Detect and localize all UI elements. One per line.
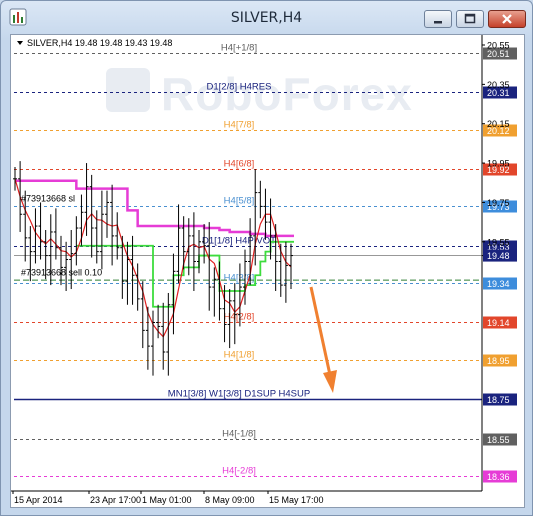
- price-tag-value: 18.95: [487, 356, 510, 366]
- level-label: H4[2/8]: [224, 312, 255, 323]
- level-label: H4[-1/8]: [222, 429, 256, 440]
- price-tag: 19.34: [483, 277, 517, 290]
- forecast-arrow-head: [323, 370, 337, 393]
- time-axis-label: 8 May 09:00: [205, 495, 255, 505]
- level-label: H4[6/8]: [224, 159, 255, 170]
- price-tag: 18.95: [483, 354, 517, 367]
- upper-band-line: [15, 179, 294, 238]
- price-axis-label: 19.95: [487, 159, 510, 169]
- price-tag-value: 18.36: [487, 472, 510, 482]
- close-button[interactable]: [488, 10, 526, 28]
- price-chart[interactable]: RoboForex H4[+1/8] 20.51 D1[2/8] H4RES 20.3…: [11, 35, 524, 507]
- price-axis-label: 20.55: [487, 41, 510, 51]
- level-label: H4[7/8]: [224, 120, 255, 131]
- price-bar: [13, 167, 17, 191]
- time-axis-label: 15 May 17:00: [269, 495, 324, 505]
- close-icon: [502, 14, 512, 24]
- order-label: #73913668 sell 0.10: [21, 267, 102, 277]
- price-bar: [176, 204, 181, 284]
- forecast-arrow-shaft: [309, 286, 332, 376]
- symbol-dropdown-icon: [17, 41, 23, 45]
- level-label: H4[1/8]: [224, 350, 255, 361]
- price-bar: [74, 216, 79, 266]
- price-bar: [135, 263, 140, 311]
- price-tag-value: 19.34: [487, 279, 510, 289]
- minimize-button[interactable]: [424, 10, 452, 28]
- level-label: H4[5/8]: [224, 196, 255, 207]
- price-bar: [140, 281, 145, 349]
- level-label: D1[2/8] H4RES: [207, 82, 272, 93]
- price-tag: 18.55: [483, 433, 517, 446]
- price-tag-value: 18.75: [487, 395, 510, 405]
- minimize-icon: [434, 21, 442, 24]
- chart-window: SILVER,H4 RoboForex H4[+1/8] 20.51 D1[2/8]…: [0, 0, 533, 516]
- price-axis-label: 19.75: [487, 198, 510, 208]
- chart-area[interactable]: RoboForex H4[+1/8] 20.51 D1[2/8] H4RES 20.3…: [10, 34, 525, 508]
- watermark-logo: [106, 68, 150, 112]
- price-bar: [258, 180, 263, 219]
- price-tag: 19.14: [483, 316, 517, 329]
- price-bar: [268, 198, 273, 260]
- price-axis-label: 20.35: [487, 80, 510, 90]
- current-price-value: 19.48: [487, 251, 510, 261]
- price-bar: [59, 235, 63, 286]
- price-bar: [278, 243, 283, 297]
- title-bar[interactable]: SILVER,H4: [1, 1, 532, 35]
- restore-icon: [464, 13, 476, 24]
- price-bar: [212, 267, 217, 317]
- watermark: RoboForex: [161, 68, 413, 120]
- price-axis-label: 20.15: [487, 119, 510, 129]
- price-bar: [79, 194, 84, 246]
- price-tag-value: 20.51: [487, 49, 510, 59]
- price-bar: [38, 202, 43, 260]
- price-bar: [161, 302, 166, 370]
- price-bar: [191, 212, 196, 292]
- maximize-button[interactable]: [456, 10, 484, 28]
- price-bar: [99, 190, 104, 270]
- window-title: SILVER,H4: [230, 10, 303, 26]
- price-bar: [115, 212, 120, 260]
- price-bar: [283, 241, 288, 303]
- price-bar: [181, 216, 186, 270]
- level-label: H4[-2/8]: [222, 466, 256, 477]
- price-tag-value: 19.14: [487, 318, 510, 328]
- price-bar: [105, 190, 109, 238]
- price-bar: [289, 243, 293, 290]
- price-tag-value: 18.55: [487, 435, 510, 445]
- time-axis-label: 1 May 01:00: [142, 495, 192, 505]
- price-bar: [166, 292, 171, 376]
- price-tag: 18.36: [483, 470, 517, 483]
- level-label: MN1[3/8] W1[3/8] D1SUP H4SUP: [168, 389, 310, 400]
- price-bar: [273, 224, 278, 292]
- order-label: #73913668 sl: [21, 194, 75, 204]
- time-axis-label: 23 Apr 17:00: [90, 495, 141, 505]
- price-axis-label: 19.55: [487, 237, 510, 247]
- level-label: H4[+1/8]: [221, 43, 257, 54]
- price-tag: 18.75: [483, 393, 517, 406]
- symbol-info: SILVER,H4 19.48 19.48 19.43 19.48: [27, 38, 172, 48]
- time-axis-label: 15 Apr 2014: [14, 495, 63, 505]
- price-bar: [53, 208, 58, 260]
